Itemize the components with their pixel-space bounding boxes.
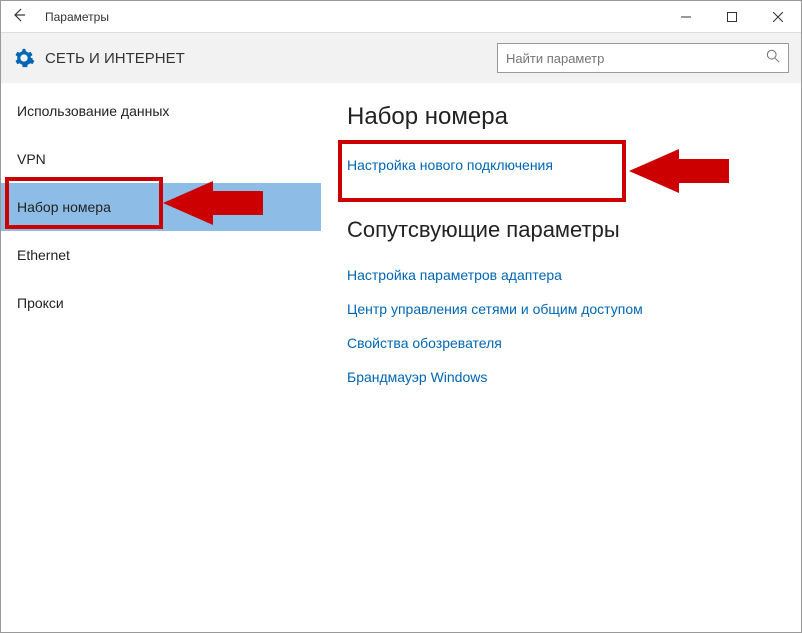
search-input[interactable] bbox=[506, 51, 766, 66]
sidebar-item-label: Набор номера bbox=[17, 199, 111, 215]
adapter-settings-link[interactable]: Настройка параметров адаптера bbox=[347, 267, 775, 283]
settings-sidebar: Использование данных VPN Набор номера Et… bbox=[1, 83, 321, 632]
search-icon bbox=[766, 49, 780, 68]
maximize-button[interactable] bbox=[709, 1, 755, 33]
settings-header: СЕТЬ И ИНТЕРНЕТ bbox=[1, 33, 801, 83]
main-heading: Набор номера bbox=[347, 103, 775, 131]
related-heading: Сопутсвующие параметры bbox=[347, 217, 775, 243]
sidebar-item-vpn[interactable]: VPN bbox=[1, 135, 321, 183]
sidebar-item-label: Ethernet bbox=[17, 247, 70, 263]
sidebar-item-dialup[interactable]: Набор номера bbox=[1, 183, 321, 231]
sidebar-item-proxy[interactable]: Прокси bbox=[1, 279, 321, 327]
network-center-link[interactable]: Центр управления сетями и общим доступом bbox=[347, 301, 775, 317]
internet-options-link[interactable]: Свойства обозревателя bbox=[347, 335, 775, 351]
close-button[interactable] bbox=[755, 1, 801, 33]
search-box[interactable] bbox=[497, 43, 789, 73]
sidebar-item-label: Прокси bbox=[17, 295, 64, 311]
minimize-button[interactable] bbox=[663, 1, 709, 33]
window-title: Параметры bbox=[45, 10, 663, 24]
sidebar-item-ethernet[interactable]: Ethernet bbox=[1, 231, 321, 279]
window-titlebar: Параметры bbox=[1, 1, 801, 33]
gear-icon bbox=[13, 47, 35, 69]
header-title: СЕТЬ И ИНТЕРНЕТ bbox=[45, 50, 497, 67]
main-content: Набор номера Настройка нового подключени… bbox=[321, 83, 801, 632]
firewall-link[interactable]: Брандмауэр Windows bbox=[347, 369, 775, 385]
new-connection-link[interactable]: Настройка нового подключения bbox=[347, 157, 775, 173]
sidebar-item-label: VPN bbox=[17, 151, 46, 167]
sidebar-item-data-usage[interactable]: Использование данных bbox=[1, 87, 321, 135]
sidebar-item-label: Использование данных bbox=[17, 103, 169, 119]
back-button[interactable] bbox=[1, 1, 37, 33]
